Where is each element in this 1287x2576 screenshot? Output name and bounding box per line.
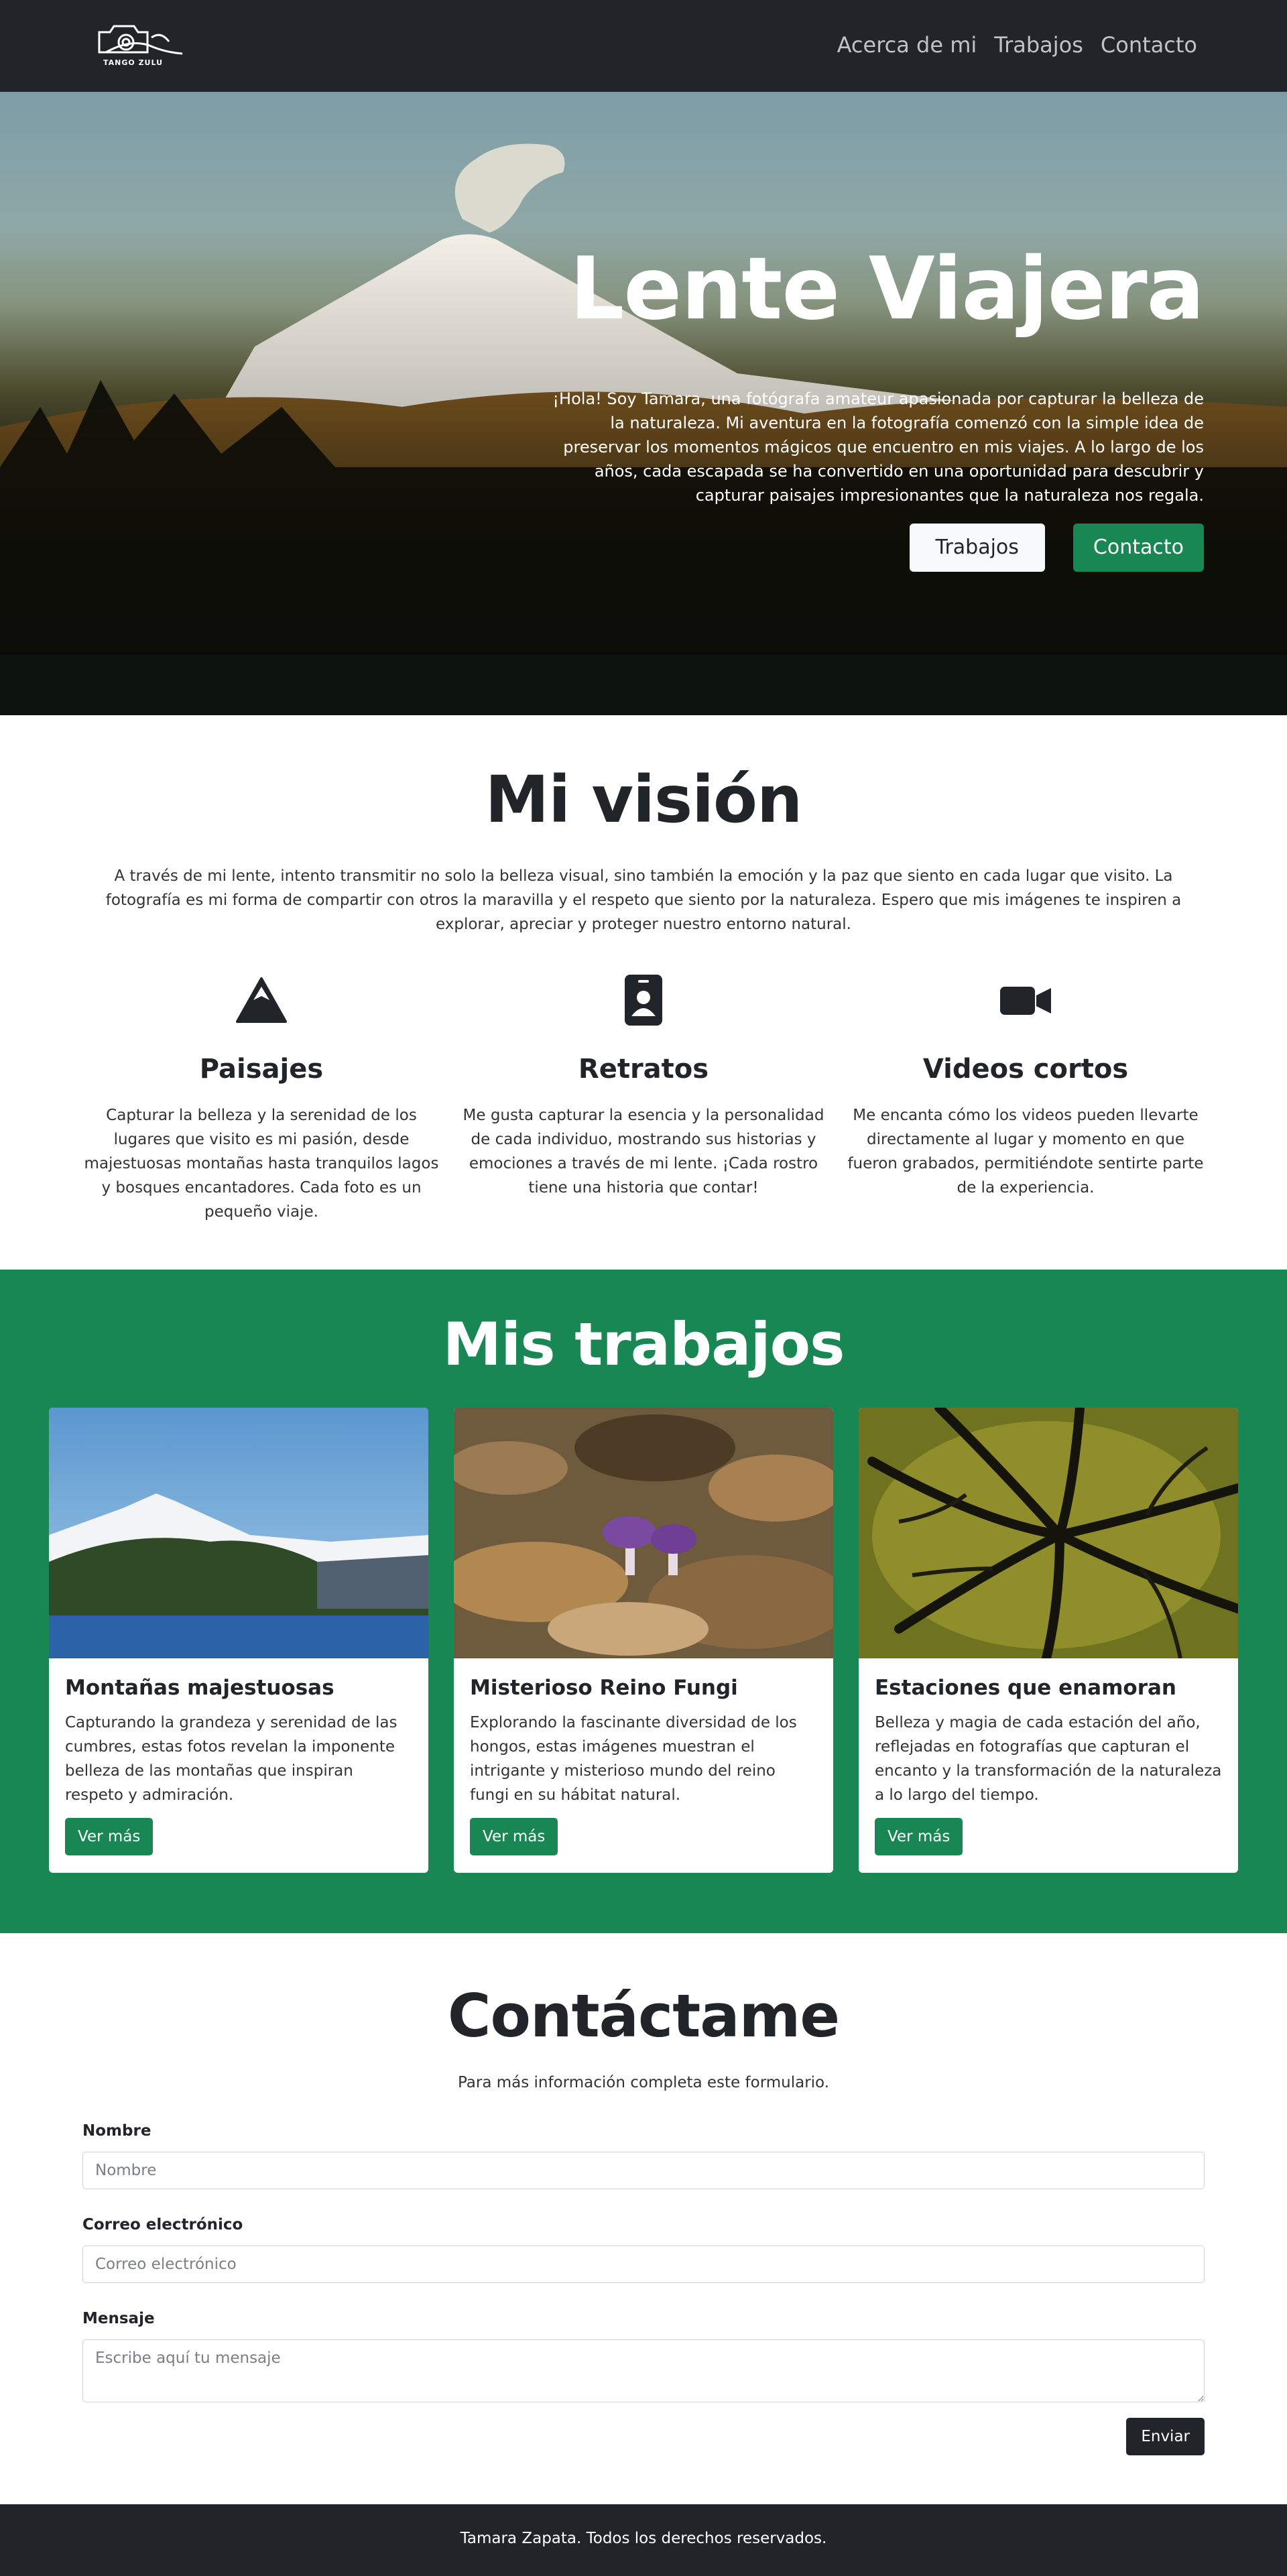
feature-text: Capturar la belleza y la serenidad de lo… (84, 1107, 439, 1221)
seasons-photo (859, 1408, 1238, 1658)
card-text: Explorando la fascinante diversidad de l… (470, 1714, 797, 1804)
hero-contact-button[interactable]: Contacto (1072, 524, 1204, 572)
nav-links: Acerca de mi Trabajos Contacto (837, 32, 1197, 58)
see-more-button[interactable]: Ver más (875, 1818, 963, 1855)
name-input[interactable] (82, 2152, 1205, 2189)
vision-section: Mi visión A través de mi lente, intento … (0, 715, 1287, 1270)
card-text: Belleza y magia de cada estación del año… (875, 1714, 1222, 1804)
nav-link-works[interactable]: Trabajos (994, 32, 1083, 58)
contact-subtitle: Para más información completa este formu… (457, 2074, 830, 2091)
feature-title: Videos cortos (922, 1054, 1129, 1085)
message-textarea[interactable] (82, 2339, 1205, 2402)
feature-text: Me gusta capturar la esencia y la person… (463, 1107, 824, 1197)
footer-text: Tamara Zapata. Todos los derechos reserv… (460, 2530, 827, 2547)
hero-buttons: Trabajos Contacto (909, 524, 1204, 572)
works-section: Mis trabajos Montañas majestuosas Captur… (0, 1270, 1287, 1933)
hero-title: Lente Viajera (569, 239, 1205, 339)
contact-title: Contáctame (447, 1981, 840, 2050)
card-title: Misterioso Reino Fungi (470, 1676, 738, 1700)
vision-title: Mi visión (485, 762, 803, 837)
hero-description: ¡Hola! Soy Tamara, una fotógrafa amateur… (552, 389, 1204, 505)
feature-title: Retratos (578, 1054, 709, 1085)
feature-title: Paisajes (199, 1054, 324, 1085)
video-camera-icon (1000, 987, 1051, 1015)
feature-landscapes: Paisajes Capturar la belleza y la sereni… (80, 973, 442, 1224)
card-title: Montañas majestuosas (65, 1676, 334, 1700)
mountain-icon (236, 977, 287, 1023)
person-badge-icon (625, 975, 662, 1026)
work-card-fungi: Misterioso Reino Fungi Explorando la fas… (454, 1408, 833, 1873)
mountains-photo (49, 1408, 428, 1658)
feature-portraits: Retratos Me gusta capturar la esencia y … (463, 973, 824, 1200)
work-card-seasons: Estaciones que enamoran Belleza y magia … (859, 1408, 1238, 1873)
card-text: Capturando la grandeza y serenidad de la… (65, 1714, 397, 1804)
email-input[interactable] (82, 2246, 1205, 2283)
see-more-button[interactable]: Ver más (65, 1818, 154, 1855)
feature-short-videos: Videos cortos Me encanta cómo los videos… (845, 973, 1207, 1200)
nav-link-contact[interactable]: Contacto (1101, 32, 1197, 58)
message-label: Mensaje (82, 2310, 155, 2327)
svg-text:TANGO ZULU: TANGO ZULU (103, 58, 163, 67)
nav-link-about[interactable]: Acerca de mi (837, 32, 977, 58)
fungi-photo (454, 1408, 833, 1658)
feature-text: Me encanta cómo los videos pueden llevar… (847, 1107, 1204, 1197)
navbar: TANGO ZULU Acerca de mi Trabajos Contact… (0, 0, 1287, 92)
footer: Tamara Zapata. Todos los derechos reserv… (0, 2504, 1287, 2576)
contact-section: Contáctame Para más información completa… (0, 1933, 1287, 2504)
camera-logo-icon[interactable]: TANGO ZULU (94, 17, 194, 71)
send-button[interactable]: Enviar (1126, 2418, 1205, 2455)
hero-section: Lente Viajera ¡Hola! Soy Tamara, una fot… (0, 92, 1287, 715)
see-more-button[interactable]: Ver más (470, 1818, 558, 1855)
card-title: Estaciones que enamoran (875, 1676, 1176, 1700)
vision-intro: A través de mi lente, intento transmitir… (105, 867, 1182, 933)
work-card-mountains: Montañas majestuosas Capturando la grand… (49, 1408, 428, 1873)
works-title: Mis trabajos (442, 1310, 845, 1379)
hero-works-button[interactable]: Trabajos (909, 524, 1045, 572)
name-label: Nombre (82, 2122, 151, 2140)
email-label: Correo electrónico (82, 2216, 243, 2233)
